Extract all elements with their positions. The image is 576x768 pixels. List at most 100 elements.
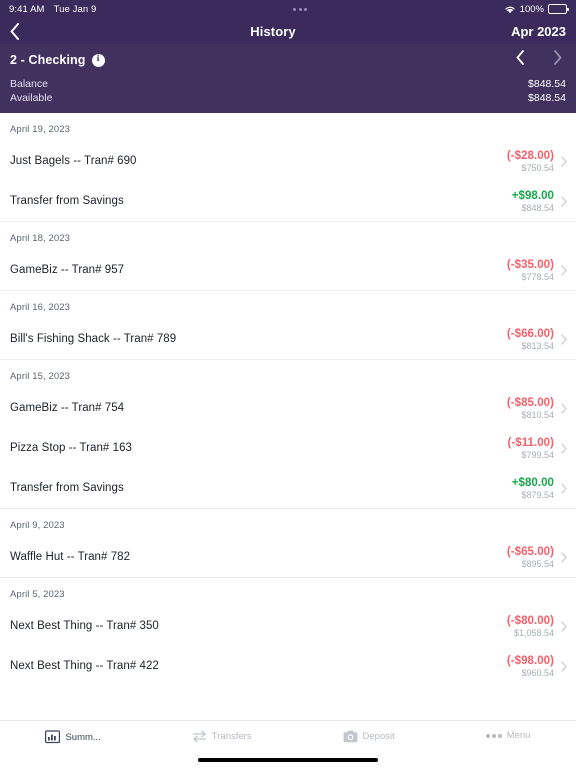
row-disclosure-button[interactable] xyxy=(560,195,568,207)
transaction-amounts: (-$65.00) $895.54 xyxy=(507,546,554,569)
bar-chart-icon xyxy=(45,730,61,745)
transaction-description: Next Best Thing -- Tran# 422 xyxy=(10,660,159,672)
row-disclosure-button[interactable] xyxy=(560,551,568,563)
table-row[interactable]: Transfer from Savings +$98.00 $848.54 xyxy=(0,181,576,221)
transaction-description: Next Best Thing -- Tran# 350 xyxy=(10,620,159,632)
account-header: 2 - Checking i Balance $848.54 Available… xyxy=(0,44,576,113)
row-disclosure-button[interactable] xyxy=(560,402,568,414)
table-row[interactable]: GameBiz -- Tran# 957 (-$35.00) $778.54 xyxy=(0,250,576,290)
account-name: 2 - Checking xyxy=(10,53,86,67)
battery-percent-label: 100% xyxy=(519,3,544,15)
transaction-date-group: April 18, 2023 GameBiz -- Tran# 957 (-$35.… xyxy=(0,221,576,290)
transaction-amount: (-$66.00) xyxy=(506,327,554,340)
row-disclosure-button[interactable] xyxy=(560,155,568,167)
transaction-date-group: April 5, 2023 Next Best Thing -- Tran# 35… xyxy=(0,577,576,686)
transaction-amount: (-$80.00) xyxy=(506,614,554,627)
transaction-date-group: April 19, 2023 Just Bagels -- Tran# 690 (-… xyxy=(0,113,576,221)
available-row: Available $848.54 xyxy=(10,92,566,104)
transaction-running-balance: $848.54 xyxy=(521,202,554,213)
transaction-right: (-$80.00) $1,058.54 xyxy=(507,615,568,638)
next-account-button[interactable] xyxy=(553,50,562,70)
navigation-bar: History Apr 2023 xyxy=(0,18,576,44)
transaction-right: (-$35.00) $778.54 xyxy=(507,259,568,282)
transaction-running-balance: $778.54 xyxy=(521,271,554,282)
tab-transfers[interactable]: Transfers xyxy=(192,730,252,743)
table-row[interactable]: GameBiz -- Tran# 754 (-$85.00) $810.54 xyxy=(0,388,576,428)
transfer-arrows-icon xyxy=(192,730,207,743)
table-row[interactable]: Next Best Thing -- Tran# 350 (-$80.00) $1,… xyxy=(0,606,576,646)
row-disclosure-button[interactable] xyxy=(560,482,568,494)
transfer-arrows-icon xyxy=(192,730,206,743)
row-disclosure-button[interactable] xyxy=(560,442,568,454)
table-row[interactable]: Pizza Stop -- Tran# 163 (-$11.00) $799.54 xyxy=(0,428,576,468)
row-disclosure-button[interactable] xyxy=(560,333,568,345)
three-dots-icon xyxy=(485,733,502,738)
account-pager xyxy=(516,50,566,70)
table-row[interactable]: Bill's Fishing Shack -- Tran# 789 (-$66.0… xyxy=(0,319,576,359)
table-row[interactable]: Waffle Hut -- Tran# 782 (-$65.00) $895.54 xyxy=(0,537,576,577)
date-header: April 5, 2023 xyxy=(10,589,65,600)
transaction-right: (-$98.00) $960.54 xyxy=(507,655,568,678)
battery-icon xyxy=(547,4,569,14)
app-screen: 9:41 AM Tue Jan 9 100% History Apr 2023 xyxy=(0,0,576,768)
account-selector[interactable]: 2 - Checking i xyxy=(10,53,105,67)
transaction-running-balance: $813.54 xyxy=(521,340,554,351)
account-header-top: 2 - Checking i xyxy=(10,50,566,70)
table-row[interactable]: Just Bagels -- Tran# 690 (-$28.00) $750.54 xyxy=(0,141,576,181)
transaction-date-group: April 9, 2023 Waffle Hut -- Tran# 782 (-$6… xyxy=(0,508,576,577)
transaction-right: (-$28.00) $750.54 xyxy=(507,150,568,173)
table-row[interactable]: Next Best Thing -- Tran# 422 (-$98.00) $96… xyxy=(0,646,576,686)
date-header: April 18, 2023 xyxy=(10,233,71,244)
transaction-description: Bill's Fishing Shack -- Tran# 789 xyxy=(10,333,177,345)
transaction-list[interactable]: April 19, 2023 Just Bagels -- Tran# 690 (-… xyxy=(0,113,576,720)
row-disclosure-button[interactable] xyxy=(560,264,568,276)
transaction-amount: (-$11.00) xyxy=(507,436,554,449)
tab-label: Transfers xyxy=(211,731,252,742)
chevron-right-icon xyxy=(561,155,567,167)
transaction-amounts: (-$28.00) $750.54 xyxy=(507,150,554,173)
transaction-amount: (-$98.00) xyxy=(506,654,554,667)
transaction-running-balance: $810.54 xyxy=(521,409,554,420)
transaction-running-balance: $879.54 xyxy=(521,489,554,500)
balance-label: Balance xyxy=(10,78,48,90)
back-button[interactable] xyxy=(10,22,40,40)
status-date: Tue Jan 9 xyxy=(53,3,97,15)
row-disclosure-button[interactable] xyxy=(560,660,568,672)
date-header: April 19, 2023 xyxy=(10,124,71,135)
chevron-left-icon xyxy=(10,22,19,40)
transaction-amounts: (-$35.00) $778.54 xyxy=(507,259,554,282)
transaction-description: GameBiz -- Tran# 957 xyxy=(10,264,125,276)
chevron-right-icon xyxy=(561,660,567,672)
transaction-running-balance: $1,058.54 xyxy=(513,627,554,638)
table-row[interactable]: Transfer from Savings +$80.00 $879.54 xyxy=(0,468,576,508)
bar-chart-icon xyxy=(45,730,61,744)
bottom-tab-bar: Summ... Transfers Deposit Menu xyxy=(0,720,576,768)
transaction-running-balance: $895.54 xyxy=(521,558,554,569)
period-label[interactable]: Apr 2023 xyxy=(506,24,566,39)
row-disclosure-button[interactable] xyxy=(560,620,568,632)
tab-summ[interactable]: Summ... xyxy=(45,730,101,745)
transaction-amounts: +$98.00 $848.54 xyxy=(512,190,554,213)
previous-account-button[interactable] xyxy=(516,50,525,70)
transaction-amounts: (-$85.00) $810.54 xyxy=(507,397,554,420)
transaction-amounts: +$80.00 $879.54 xyxy=(512,477,554,500)
chevron-right-icon xyxy=(561,442,567,454)
transaction-running-balance: $799.54 xyxy=(521,449,554,460)
wifi-icon xyxy=(504,6,515,13)
available-label: Available xyxy=(10,92,53,104)
tab-menu[interactable]: Menu xyxy=(485,730,530,741)
transaction-date-group: April 16, 2023 Bill's Fishing Shack -- Tr… xyxy=(0,290,576,359)
transaction-right: (-$65.00) $895.54 xyxy=(507,546,568,569)
tab-deposit[interactable]: Deposit xyxy=(343,730,395,743)
tab-label: Summ... xyxy=(65,732,101,743)
transaction-right: (-$11.00) $799.54 xyxy=(508,437,568,460)
status-bar-right: 100% xyxy=(504,3,569,15)
status-ellipsis-indicator xyxy=(293,7,308,11)
transaction-right: (-$66.00) $813.54 xyxy=(507,328,568,351)
camera-icon xyxy=(343,730,358,743)
transaction-description: Transfer from Savings xyxy=(10,482,124,494)
info-icon[interactable]: i xyxy=(91,53,105,67)
available-value: $848.54 xyxy=(528,92,566,104)
transaction-amount: +$80.00 xyxy=(511,476,554,489)
transaction-amount: (-$35.00) xyxy=(506,258,554,271)
